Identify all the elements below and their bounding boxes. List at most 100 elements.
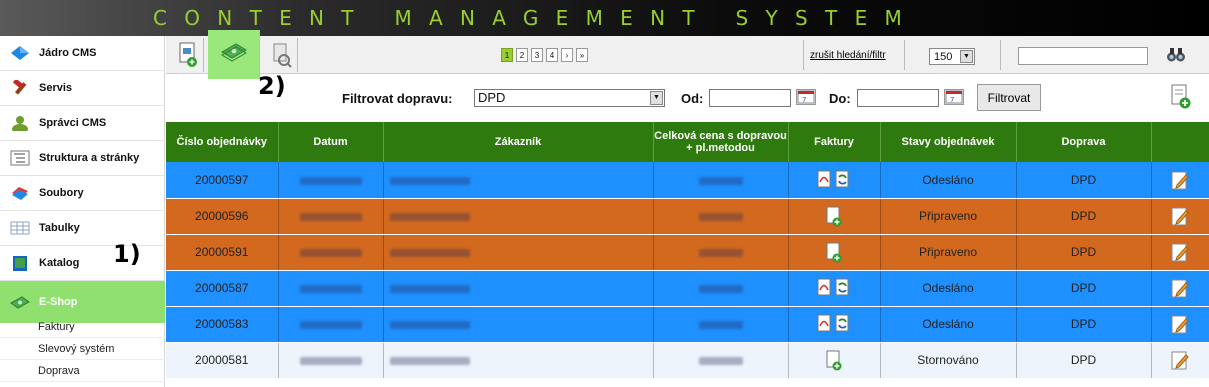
page-1-button[interactable]: 1 xyxy=(501,48,513,62)
customer-cell xyxy=(383,234,654,271)
shipping-button[interactable] xyxy=(208,30,260,79)
search-input[interactable] xyxy=(1018,47,1148,65)
pdf-invoice-icon[interactable] xyxy=(817,170,833,190)
sync-invoice-icon[interactable] xyxy=(835,314,851,334)
edit-icon[interactable] xyxy=(1171,241,1189,263)
sync-invoice-icon[interactable] xyxy=(835,170,851,190)
binoculars-icon[interactable] xyxy=(1166,45,1186,65)
shipping-cell: DPD xyxy=(1016,306,1152,343)
order-number-cell[interactable]: 20000583 xyxy=(166,306,279,343)
sync-invoice-icon[interactable] xyxy=(835,278,851,298)
actions-cell xyxy=(1151,342,1209,379)
table-icon xyxy=(10,220,30,236)
edit-icon[interactable] xyxy=(1171,169,1189,191)
table-row[interactable]: 20000597 Odesláno DPD xyxy=(166,162,1209,199)
column-header-order-number[interactable]: Číslo objednávky xyxy=(166,122,279,162)
sidebar-item-soubory[interactable]: Soubory xyxy=(0,176,165,211)
total-price-cell xyxy=(653,162,789,199)
last-page-button[interactable]: » xyxy=(576,48,588,62)
pdf-invoice-icon[interactable] xyxy=(817,278,833,298)
edit-icon[interactable] xyxy=(1171,205,1189,227)
sidebar-item-label: Servis xyxy=(39,82,73,94)
sidebar: Jádro CMS Servis Správci CMS Struktura a… xyxy=(0,36,165,387)
customer-cell xyxy=(383,162,654,199)
total-price-cell xyxy=(653,198,789,235)
annotation-marker-1: 1) xyxy=(113,240,141,268)
sidebar-item-spravci-cms[interactable]: Správci CMS xyxy=(0,106,165,141)
order-number-cell[interactable]: 20000581 xyxy=(166,342,279,379)
edit-icon[interactable] xyxy=(1171,349,1189,371)
divider xyxy=(904,40,905,70)
app-title: CONTENT MANAGEMENT SYSTEM xyxy=(153,6,920,30)
add-invoice-icon[interactable] xyxy=(826,350,842,371)
date-cell xyxy=(278,198,384,235)
order-number-cell[interactable]: 20000591 xyxy=(166,234,279,271)
page-2-button[interactable]: 2 xyxy=(516,48,528,62)
order-status-cell: Odesláno xyxy=(880,306,1017,343)
edit-icon[interactable] xyxy=(1171,277,1189,299)
calendar-icon[interactable]: 7 xyxy=(796,89,816,105)
sidebar-subitem-slevovy-system[interactable]: Slevový systém xyxy=(0,338,165,360)
order-number-cell[interactable]: 20000596 xyxy=(166,198,279,235)
date-from-input[interactable] xyxy=(709,89,791,107)
sidebar-item-label: Správci CMS xyxy=(39,117,107,129)
order-number-cell[interactable]: 20000587 xyxy=(166,270,279,307)
table-row[interactable]: 20000581 Stornováno DPD xyxy=(166,342,1209,379)
user-icon xyxy=(10,115,30,134)
tools-button[interactable] xyxy=(264,38,298,72)
shipping-filter-select[interactable]: DPD ▼ xyxy=(474,89,665,107)
total-price-cell xyxy=(653,234,789,271)
table-row[interactable]: 20000591 Připraveno DPD xyxy=(166,234,1209,271)
customer-cell xyxy=(383,198,654,235)
sidebar-item-label: E-Shop xyxy=(39,296,78,308)
sidebar-item-servis[interactable]: Servis xyxy=(0,71,165,106)
page-3-button[interactable]: 3 xyxy=(531,48,543,62)
invoices-cell xyxy=(788,306,881,343)
column-header-total-price[interactable]: Celková cena s dopravou + pl.metodou xyxy=(653,122,789,162)
sidebar-item-jadro-cms[interactable]: Jádro CMS xyxy=(0,36,165,71)
add-invoice-icon[interactable] xyxy=(826,242,842,263)
column-header-shipping[interactable]: Doprava xyxy=(1016,122,1152,162)
sidebar-item-label: Struktura a stránky xyxy=(39,152,140,164)
shipping-cell: DPD xyxy=(1016,162,1152,199)
date-from-label: Od: xyxy=(681,91,704,106)
column-header-order-status[interactable]: Stavy objednávek xyxy=(880,122,1017,162)
sidebar-item-struktura[interactable]: Struktura a stránky xyxy=(0,141,165,176)
top-banner: CONTENT MANAGEMENT SYSTEM xyxy=(0,0,1209,36)
sidebar-item-label: Katalog xyxy=(39,257,80,269)
date-cell xyxy=(278,342,384,379)
page-4-button[interactable]: 4 xyxy=(546,48,558,62)
date-to-input[interactable] xyxy=(857,89,939,107)
shipping-filter-value: DPD xyxy=(478,90,506,105)
table-row[interactable]: 20000587 Odesláno DPD xyxy=(166,270,1209,307)
per-page-select[interactable]: 150 ▼ xyxy=(929,48,975,65)
total-price-cell xyxy=(653,342,789,379)
column-header-customer[interactable]: Zákazník xyxy=(383,122,654,162)
date-cell xyxy=(278,306,384,343)
filter-button[interactable]: Filtrovat xyxy=(977,84,1041,111)
add-order-icon[interactable] xyxy=(1170,84,1192,110)
hammer-icon xyxy=(10,78,30,96)
per-page-value: 150 xyxy=(934,50,953,63)
customer-cell xyxy=(383,342,654,379)
sidebar-item-label: Soubory xyxy=(39,187,84,199)
sidebar-subitem-doprava[interactable]: Doprava xyxy=(0,360,165,382)
column-header-date[interactable]: Datum xyxy=(278,122,384,162)
pdf-invoice-icon[interactable] xyxy=(817,314,833,334)
chevron-down-icon: ▼ xyxy=(960,50,973,63)
edit-icon[interactable] xyxy=(1171,313,1189,335)
order-number-cell[interactable]: 20000597 xyxy=(166,162,279,199)
table-row[interactable]: 20000596 Připraveno DPD xyxy=(166,198,1209,235)
column-header-invoices[interactable]: Faktury xyxy=(788,122,881,162)
actions-cell xyxy=(1151,306,1209,343)
add-document-button[interactable] xyxy=(170,38,204,72)
table-row[interactable]: 20000583 Odesláno DPD xyxy=(166,306,1209,343)
next-page-button[interactable]: › xyxy=(561,48,573,62)
shipping-cell: DPD xyxy=(1016,342,1152,379)
toolbar: 1 2 3 4 › » zrušit hledání/filtr 150 ▼ xyxy=(166,30,1209,79)
sidebar-subitem-faktury[interactable]: Faktury xyxy=(0,316,165,338)
add-invoice-icon[interactable] xyxy=(826,206,842,227)
calendar-icon[interactable]: 7 xyxy=(944,89,964,105)
cancel-filter-link[interactable]: zrušit hledání/filtr xyxy=(810,50,886,61)
order-status-cell: Stornováno xyxy=(880,342,1017,379)
